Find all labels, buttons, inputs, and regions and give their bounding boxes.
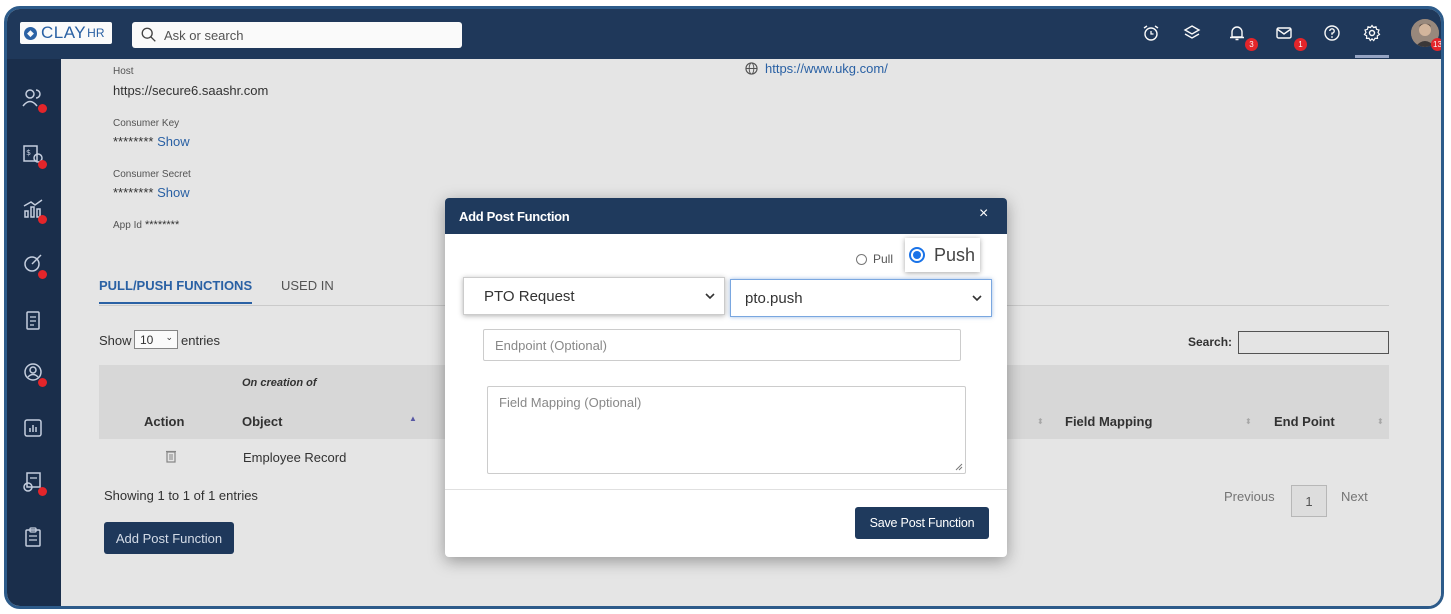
radio-unchecked-icon xyxy=(856,253,867,265)
function-select[interactable]: pto.push xyxy=(730,279,992,317)
resize-handle-icon[interactable] xyxy=(955,463,963,471)
modal-header: Add Post Function × xyxy=(445,198,1007,234)
object-select-value: PTO Request xyxy=(484,287,575,305)
close-icon[interactable]: × xyxy=(979,205,988,223)
radio-push[interactable]: Push xyxy=(905,238,980,272)
endpoint-input[interactable]: Endpoint (Optional) xyxy=(483,329,961,361)
field-mapping-placeholder: Field Mapping (Optional) xyxy=(499,395,642,410)
app-window: ◆ CLAY HR Ask or search 3 1 13 $ Host ht… xyxy=(4,6,1444,609)
radio-push-label: Push xyxy=(934,244,976,265)
save-post-function-button[interactable]: Save Post Function xyxy=(855,507,989,539)
modal-footer-divider xyxy=(445,489,1007,490)
modal-title: Add Post Function xyxy=(459,209,570,224)
chevron-down-icon xyxy=(705,293,715,300)
endpoint-placeholder: Endpoint (Optional) xyxy=(495,338,608,353)
radio-pull-label: Pull xyxy=(873,252,894,266)
chevron-down-icon xyxy=(972,295,982,302)
field-mapping-textarea[interactable]: Field Mapping (Optional) xyxy=(487,386,966,474)
function-select-value: pto.push xyxy=(745,289,803,307)
object-select[interactable]: PTO Request xyxy=(463,277,725,315)
radio-pull[interactable]: Pull xyxy=(856,252,893,266)
radio-checked-icon xyxy=(909,247,925,263)
add-post-function-modal: Add Post Function × Pull Push PTO Reques… xyxy=(445,198,1007,557)
